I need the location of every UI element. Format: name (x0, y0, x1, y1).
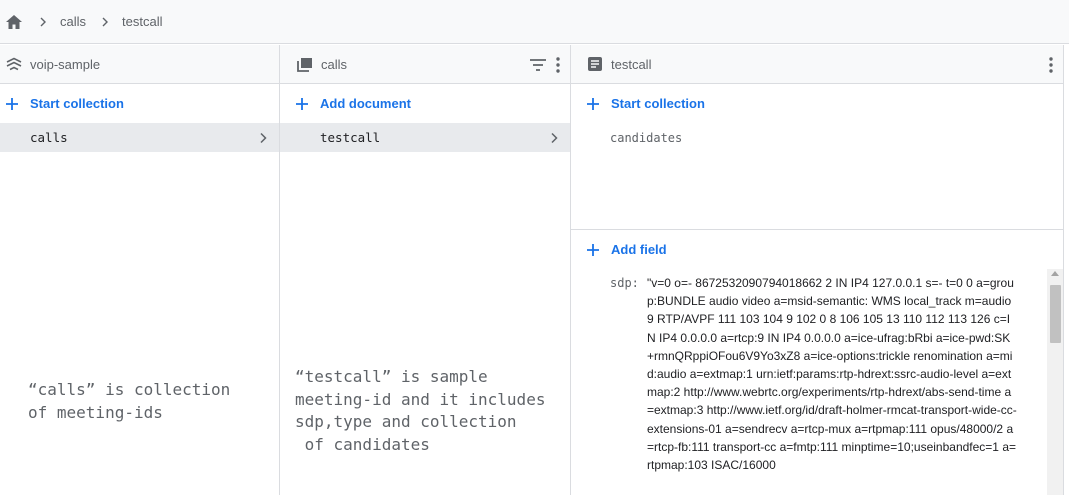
field-value: "v=0 o=- 8672532090794018662 2 IN IP4 12… (647, 276, 1017, 473)
field-key: sdp: (610, 276, 639, 290)
add-document-button[interactable]: Add document (280, 84, 570, 123)
field-sdp[interactable]: sdp: "v=0 o=- 8672532090794018662 2 IN I… (610, 274, 1050, 474)
action-label: Start collection (30, 96, 124, 111)
panel-actions (530, 45, 560, 84)
scroll-up-icon[interactable] (1051, 271, 1059, 276)
action-label: Add document (320, 96, 411, 111)
scrollbar-thumb[interactable] (1050, 285, 1061, 343)
home-icon[interactable] (4, 12, 24, 32)
item-label: testcall (320, 130, 381, 145)
subcollection-item-candidates[interactable]: candidates (571, 123, 1063, 152)
document-item-testcall[interactable]: testcall (280, 123, 570, 152)
add-field-button[interactable]: Add field (571, 230, 1063, 269)
item-label: candidates (610, 130, 683, 145)
root-panel: voip-sample Start collection calls “call… (0, 45, 280, 495)
action-label: Add field (611, 242, 667, 257)
action-label: Start collection (611, 96, 705, 111)
panel-title: voip-sample (30, 56, 101, 72)
panel-header: calls (280, 45, 570, 84)
more-vert-icon[interactable] (1049, 56, 1053, 73)
plus-icon (295, 97, 309, 111)
chevron-right-icon (96, 17, 114, 27)
item-label: calls (30, 130, 68, 145)
panel-actions (1049, 45, 1053, 84)
annotation-text: “testcall” is sample meeting-id and it i… (295, 367, 546, 454)
plus-icon (5, 97, 19, 111)
panel-title: calls (321, 56, 348, 72)
chevron-right-icon (34, 17, 52, 27)
more-vert-icon[interactable] (556, 56, 560, 73)
panel-header: voip-sample (0, 45, 279, 84)
collection-item-calls[interactable]: calls (0, 123, 279, 152)
plus-icon (586, 97, 600, 111)
breadcrumb-item-calls[interactable]: calls (60, 14, 86, 29)
document-icon (587, 56, 603, 72)
breadcrumb-item-testcall[interactable]: testcall (122, 14, 162, 29)
document-panel: testcall Start collection candidates Add… (571, 45, 1064, 495)
start-collection-button[interactable]: Start collection (0, 84, 279, 123)
panel-title: testcall (611, 56, 652, 72)
annotation-text: “calls” is collection of meeting-ids (28, 380, 231, 422)
start-collection-button[interactable]: Start collection (571, 84, 1063, 123)
collection-icon (297, 56, 313, 72)
breadcrumb: calls testcall (0, 0, 1069, 44)
chevron-right-icon (550, 123, 558, 152)
scrollbar[interactable] (1047, 269, 1063, 495)
chevron-right-icon (259, 123, 267, 152)
filter-icon[interactable] (530, 58, 546, 71)
collection-panel: calls Add document testcall “testcall” i… (280, 45, 571, 495)
panel-header: testcall (571, 45, 1063, 84)
plus-icon (586, 243, 600, 257)
database-icon (6, 56, 22, 72)
